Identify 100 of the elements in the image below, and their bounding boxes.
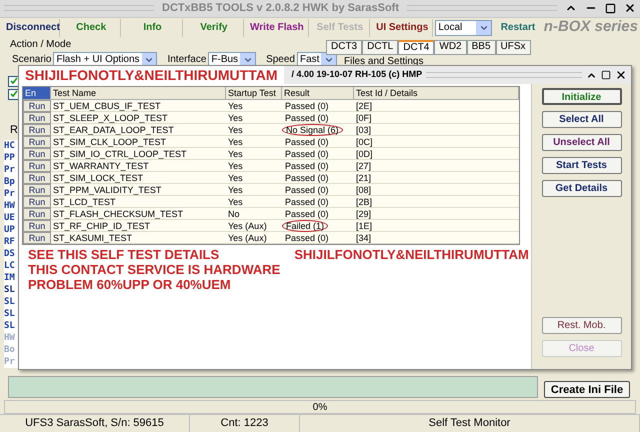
run-button[interactable]: Run — [23, 136, 51, 148]
table-cell-text: ST_SIM_IO_CTRL_LOOP_TEST — [52, 148, 188, 159]
table-cell-text: [1E] — [355, 220, 374, 231]
log-entry: SL — [4, 320, 16, 332]
table-cell-text: Yes — [227, 136, 244, 147]
run-button[interactable]: Run — [23, 160, 51, 172]
table-cell-text: Yes (Aux) — [227, 232, 268, 243]
close-icon[interactable] — [624, 2, 636, 14]
run-button[interactable]: Run — [23, 124, 51, 136]
speed-label: Speed — [266, 53, 295, 67]
log-entry: SL — [4, 284, 16, 296]
log-entry: IM — [4, 272, 16, 284]
tab[interactable]: DCT4 — [398, 40, 434, 54]
table-cell-text: Passed (0) — [284, 184, 330, 194]
logo-text: n-BOX series — [544, 17, 638, 38]
run-button[interactable]: Run — [23, 172, 51, 184]
status-text: Cnt: 1223 — [190, 415, 300, 432]
toolbar-button[interactable]: Check — [62, 18, 122, 36]
toolbar-button[interactable]: UI Settings — [372, 18, 434, 36]
create-ini-file-button[interactable]: Create Ini File — [544, 381, 630, 398]
annotation-header: SHIJILFONOTLY&NEILTHIRUMUTTAM — [19, 66, 284, 84]
table-cell-text: Yes — [227, 100, 244, 111]
run-button[interactable]: Run — [23, 232, 51, 244]
maximize-icon[interactable] — [601, 70, 611, 80]
log-entry: RF — [4, 236, 16, 248]
table-cell: No Signal (6) — [282, 124, 343, 136]
table-cell-text: Passed (0) — [284, 112, 330, 122]
scenario-label: Scenario — [12, 53, 52, 67]
table-cell-text: Passed (0) — [284, 172, 330, 182]
table-cell-text: ST_RF_CHIP_ID_TEST — [52, 220, 152, 231]
annotation-text: PROBLEM 60%UPP OR 40%UEM — [28, 277, 232, 292]
toolbar-button[interactable]: Info — [123, 18, 183, 36]
table-cell-text: Yes — [227, 172, 244, 183]
log-entry: Pr — [4, 356, 16, 368]
log-entry: HW — [4, 332, 16, 344]
window-title: DCTxBB5 TOOLS v 2.0.8.2 HWK by SarasSoft — [162, 1, 399, 16]
maximize-icon[interactable] — [605, 2, 616, 14]
tab[interactable]: UFSx — [496, 40, 531, 54]
table-cell-text: ST_SIM_LOCK_TEST — [52, 172, 144, 183]
table-cell-text: [0F] — [355, 112, 373, 123]
dialog-button[interactable]: Initialize — [542, 88, 622, 105]
group-title: Files and Settings — [344, 56, 424, 68]
table-cell-text: [27] — [355, 160, 372, 171]
close-icon[interactable] — [615, 69, 627, 81]
run-button[interactable]: Run — [23, 112, 51, 124]
tab[interactable]: WD2 — [434, 40, 467, 54]
table-cell-text: Yes — [227, 124, 244, 135]
column-header[interactable]: Result — [282, 87, 354, 99]
column-header[interactable]: Test Id / Details — [354, 87, 519, 99]
table-cell-text: Passed (0) — [284, 196, 330, 206]
annotation-text: SEE THIS SELF TEST DETAILS — [28, 247, 220, 262]
table-cell-text: Passed (0) — [284, 148, 330, 158]
checkbox[interactable] — [8, 88, 19, 100]
restart-button[interactable]: Restart — [494, 18, 542, 36]
table-cell-text: ST_FLASH_CHECKSUM_TEST — [52, 208, 184, 219]
column-header[interactable]: Test Name — [51, 87, 226, 99]
run-button[interactable]: Run — [23, 184, 51, 196]
column-header[interactable]: Startup Test — [226, 87, 282, 99]
table-cell-text: Passed (0) — [284, 232, 330, 242]
table-cell-text: Yes (Aux) — [227, 220, 268, 231]
mode-select[interactable]: Local — [435, 20, 492, 36]
tab[interactable]: DCTL — [362, 40, 398, 54]
dialog-button[interactable]: Start Tests — [542, 157, 622, 174]
status-text: Self Test Monitor — [300, 415, 640, 432]
run-button[interactable]: Run — [23, 220, 51, 232]
table-cell-text: [34] — [355, 232, 372, 243]
tab[interactable]: DCT3 — [326, 40, 362, 54]
toolbar-button[interactable]: Verify — [184, 18, 244, 36]
table-cell-text: Yes — [227, 196, 244, 207]
run-button[interactable]: Run — [23, 148, 51, 160]
run-button[interactable]: Run — [23, 100, 51, 112]
tab[interactable]: BB5 — [466, 40, 496, 54]
table-cell: Failed (1) — [282, 220, 328, 232]
log-entry: HW — [4, 200, 16, 212]
annotation-text: THIS CONTACT SERVICE IS HARDWARE — [28, 262, 280, 277]
table-cell-text: ST_PPM_VALIDITY_TEST — [52, 184, 162, 195]
dialog-button[interactable]: Rest. Mob. — [542, 317, 622, 334]
section-label: R — [10, 122, 18, 138]
checkbox[interactable] — [8, 76, 19, 86]
toolbar-button[interactable]: Disconnect — [2, 18, 60, 36]
log-entry: HC — [4, 140, 16, 152]
column-header[interactable]: En — [23, 87, 51, 99]
log-entry: PP — [4, 152, 16, 164]
table-cell-text: [03] — [355, 124, 372, 135]
run-button[interactable]: Run — [23, 196, 51, 208]
status-text: UFS3 SarasSoft, S/n: 59615 — [0, 415, 190, 432]
log-entry: UP — [4, 224, 16, 236]
toolbar-button[interactable]: Write Flash — [246, 18, 309, 36]
group-title: Action / Mode — [10, 38, 72, 50]
log-entry: Bp — [4, 176, 16, 188]
log-entry: Bo — [4, 344, 16, 356]
table-cell-text: ST_UEM_CBUS_IF_TEST — [52, 100, 162, 111]
table-cell-text: Passed (0) — [284, 100, 330, 110]
dialog-button[interactable]: Unselect All — [542, 134, 622, 151]
dialog-button[interactable]: Get Details — [542, 180, 622, 197]
table-cell-text: Yes — [227, 112, 244, 123]
run-button[interactable]: Run — [23, 208, 51, 220]
table-cell-text: Yes — [227, 148, 244, 159]
table-cell-text: Yes — [227, 184, 244, 195]
dialog-button[interactable]: Select All — [542, 111, 622, 128]
